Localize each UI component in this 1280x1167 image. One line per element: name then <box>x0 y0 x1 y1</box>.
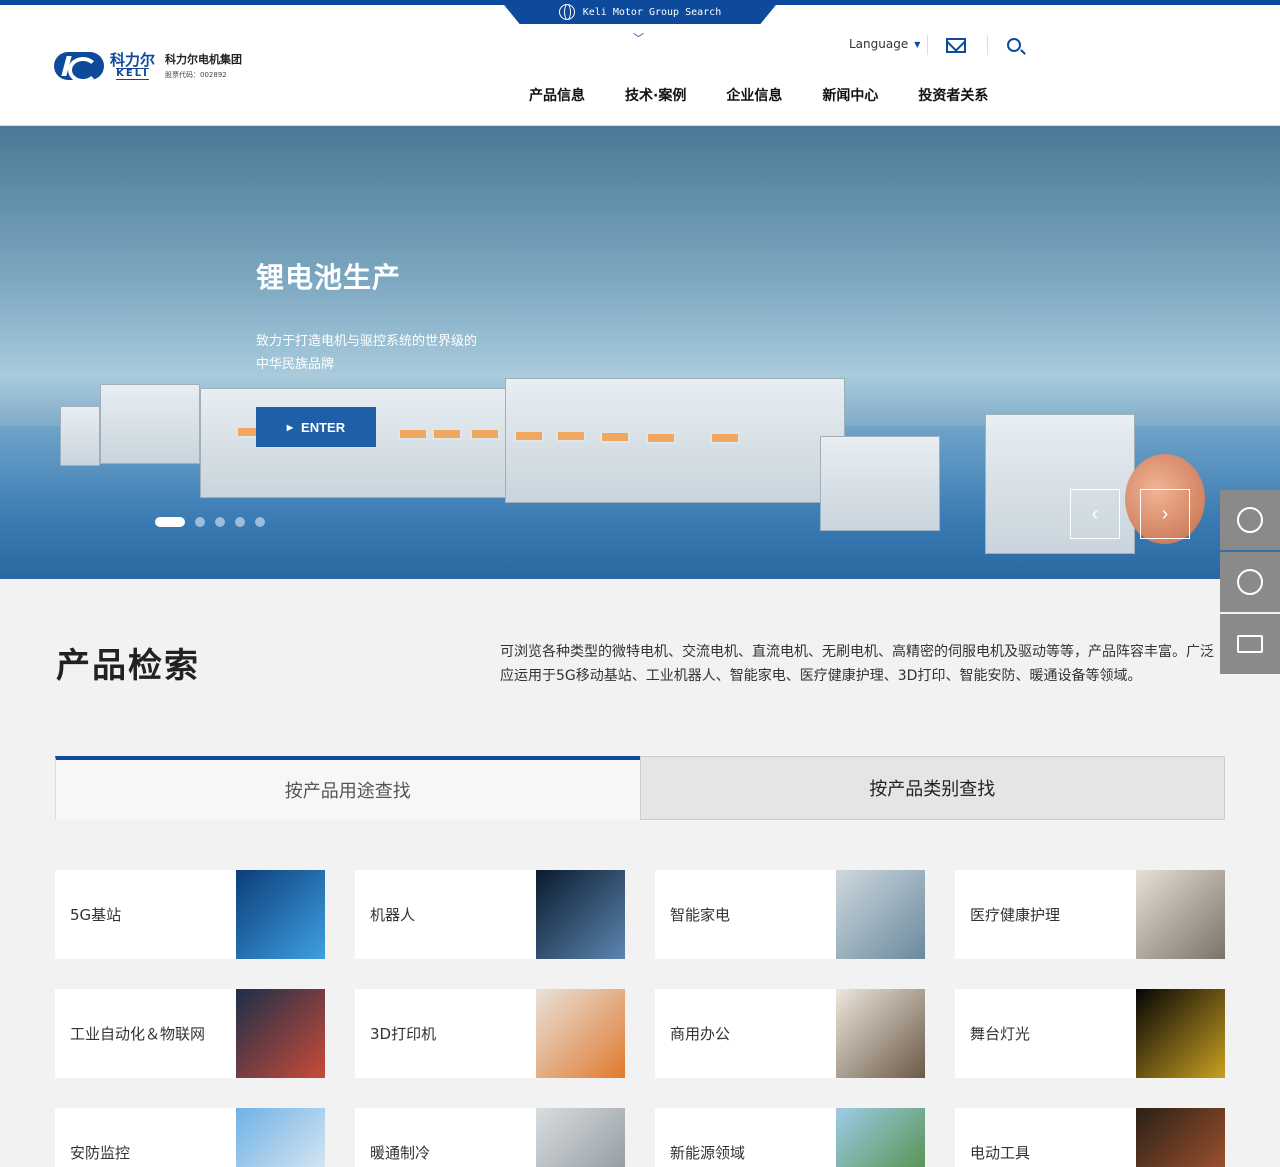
slide-indicators <box>155 517 265 527</box>
category-card[interactable]: 新能源领域 <box>655 1108 925 1167</box>
category-label: 舞台灯光 <box>970 1025 1031 1043</box>
category-card[interactable]: 舞台灯光 <box>955 989 1225 1078</box>
category-label: 新能源领域 <box>670 1144 746 1162</box>
category-card[interactable]: 商用办公 <box>655 989 925 1078</box>
category-label: 暖通制冷 <box>370 1144 431 1162</box>
category-grid: 5G基站 机器人 智能家电 医疗健康护理工业自动化＆物联网 3D打印机 商用办公 舞台灯光安… <box>55 870 1225 1167</box>
category-thumbnail <box>836 1108 925 1167</box>
hero-title: 锂电池生产 <box>256 261 402 294</box>
category-card[interactable]: 智能家电 <box>655 870 925 959</box>
globe-icon <box>558 4 575 20</box>
divider <box>927 35 928 55</box>
slide-dot[interactable] <box>215 517 225 527</box>
phone-button[interactable] <box>1220 552 1280 612</box>
category-card[interactable]: 医疗健康护理 <box>955 870 1225 959</box>
tab-by-application[interactable]: 按产品用途查找 <box>55 756 640 820</box>
category-label: 商用办公 <box>670 1025 731 1043</box>
mail-icon[interactable] <box>946 38 966 53</box>
machine-coater <box>820 436 940 531</box>
language-selector[interactable]: Language ▼ <box>849 37 920 51</box>
category-card[interactable]: 3D打印机 <box>355 989 625 1078</box>
category-thumbnail <box>1136 870 1225 959</box>
machine-unwinder <box>100 384 200 464</box>
nav-tech-cases[interactable]: 技术·案例 <box>625 85 686 105</box>
nav-company[interactable]: 企业信息 <box>726 85 782 105</box>
enter-label: ENTER <box>301 419 346 435</box>
nav-products[interactable]: 产品信息 <box>529 85 585 105</box>
play-icon: ▶ <box>286 422 294 432</box>
category-label: 机器人 <box>370 906 416 924</box>
category-card[interactable]: 机器人 <box>355 870 625 959</box>
category-thumbnail <box>236 1108 325 1167</box>
category-card[interactable]: 工业自动化＆物联网 <box>55 989 325 1078</box>
company-name: 科力尔电机集团 <box>165 53 243 66</box>
category-card[interactable]: 5G基站 <box>55 870 325 959</box>
enter-button[interactable]: ▶ ENTER <box>256 407 376 447</box>
caret-down-icon: ▼ <box>914 39 921 49</box>
stock-code: 股票代码：002892 <box>165 71 227 79</box>
next-slide-button[interactable]: › <box>1140 489 1190 539</box>
slide-dot[interactable] <box>255 517 265 527</box>
side-toolbar <box>1220 490 1280 676</box>
slide-dot[interactable] <box>235 517 245 527</box>
tab-by-category[interactable]: 按产品类别查找 <box>639 756 1225 820</box>
category-thumbnail <box>236 870 325 959</box>
prev-slide-button[interactable]: ‹ <box>1070 489 1120 539</box>
logo-cn-text: 科力尔 <box>110 50 156 69</box>
divider <box>987 35 988 55</box>
category-thumbnail <box>836 870 925 959</box>
category-label: 3D打印机 <box>370 1025 437 1043</box>
category-label: 智能家电 <box>670 906 731 924</box>
nav-news[interactable]: 新闻中心 <box>822 85 878 105</box>
company-logo[interactable]: 科力尔 KELI 科力尔电机集团 股票代码：002892 <box>54 51 242 80</box>
language-label: Language <box>849 37 909 51</box>
headset-icon <box>1237 507 1263 533</box>
category-thumbnail <box>236 989 325 1078</box>
email-button[interactable] <box>1220 614 1280 674</box>
customer-service-button[interactable] <box>1220 490 1280 550</box>
logo-en-text: KELI <box>116 67 149 80</box>
search-tabs: 按产品用途查找 按产品类别查找 <box>55 756 1225 820</box>
category-thumbnail <box>536 1108 625 1167</box>
slide-dot[interactable] <box>195 517 205 527</box>
slide-dot[interactable] <box>155 517 185 527</box>
category-label: 工业自动化＆物联网 <box>70 1025 206 1043</box>
category-thumbnail <box>536 870 625 959</box>
section-title: 产品检索 <box>56 646 200 686</box>
main-nav: 产品信息 技术·案例 企业信息 新闻中心 投资者关系 <box>529 85 988 105</box>
category-thumbnail <box>536 989 625 1078</box>
category-label: 医疗健康护理 <box>970 906 1061 924</box>
phone-icon <box>1237 569 1263 595</box>
chevron-down-icon[interactable]: ﹀ <box>633 30 645 45</box>
category-card[interactable]: 安防监控 <box>55 1108 325 1167</box>
category-label: 电动工具 <box>970 1144 1031 1162</box>
hero-subtitle: 致力于打造电机与驱控系统的世界级的中华民族品牌 <box>256 334 478 372</box>
category-card[interactable]: 电动工具 <box>955 1108 1225 1167</box>
category-thumbnail <box>1136 989 1225 1078</box>
hero-banner: 锂电池生产 致力于打造电机与驱控系统的世界级的中华民族品牌 ▶ ENTER ‹ … <box>0 126 1280 579</box>
category-card[interactable]: 暖通制冷 <box>355 1108 625 1167</box>
group-search-tab[interactable]: Keli Motor Group Search <box>500 0 780 24</box>
search-icon[interactable] <box>1007 38 1021 52</box>
mail-icon <box>1237 635 1263 653</box>
category-label: 5G基站 <box>70 906 122 924</box>
section-description: 可浏览各种类型的微特电机、交流电机、直流电机、无刷电机、高精密的伺服电机及驱动等… <box>500 644 1214 684</box>
logo-mark-icon <box>54 51 104 80</box>
group-search-label: Keli Motor Group Search <box>582 6 722 18</box>
nav-investors[interactable]: 投资者关系 <box>918 85 988 105</box>
category-thumbnail <box>1136 1108 1225 1167</box>
category-thumbnail <box>836 989 925 1078</box>
category-label: 安防监控 <box>70 1144 131 1162</box>
machine-cabinet <box>60 406 100 466</box>
